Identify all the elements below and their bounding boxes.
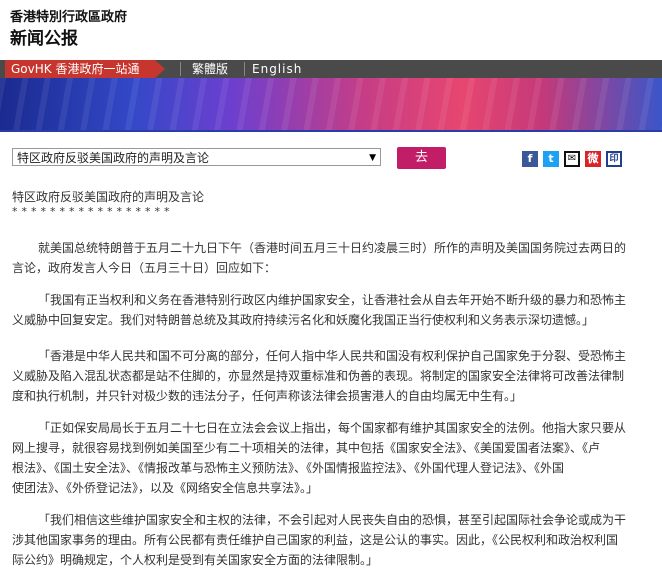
paragraph-line: 网上搜寻，就很容易找到例如美国至少有二十项相关的法律，其中包括《国家安全法》、《…: [12, 441, 601, 455]
article-title: 特区政府反驳美国政府的声明及言论: [12, 190, 205, 204]
page-header: 香港特別行政區政府 新闻公报: [0, 0, 662, 60]
weibo-icon[interactable]: 微: [585, 151, 601, 167]
email-icon[interactable]: ✉: [564, 151, 580, 167]
quote-paragraph: 「香港是中华人民共和国不可分离的部分，任何人指中华人民共和国没有权利保护自己国家…: [12, 346, 656, 406]
paragraph-line: 义威胁中回复安定。我们对特朗普总统及其政府持续污名化和妖魔化我国正当行使权利和义…: [12, 313, 595, 327]
paragraph-line: 际公约》明确规定，个人权利是受到有关国家安全方面的法律限制。」: [12, 553, 379, 567]
top-nav-bar: GovHK 香港政府一站通 繁體版 English: [0, 60, 662, 78]
section-title[interactable]: 新闻公报: [10, 24, 78, 49]
paragraph-line: 「我国有正当权利和义务在香港特别行政区内维护国家安全，让香港社会从自去年开始不断…: [38, 293, 627, 307]
paragraph-line: 使团法》、《外侨登记法》，以及《网络安全信息共享法》。」: [12, 481, 319, 495]
go-button[interactable]: 去: [397, 147, 446, 169]
nav-divider: [244, 62, 245, 76]
article-intro: 就美国总统特朗普于五月二十九日下午（香港时间五月三十日约凌晨三时）所作的声明及美…: [38, 241, 627, 255]
quote-paragraph: 「我们相信这些维护国家安全和主权的法律，不会引起对人民丧失自由的恐惧，甚至引起国…: [12, 510, 656, 570]
article-select-value: 特区政府反驳美国政府的声明及言论: [17, 151, 210, 165]
govhk-link[interactable]: GovHK 香港政府一站通: [5, 60, 165, 78]
paragraph-line: 「正如保安局局长于五月二十七日在立法会会议上指出，每个国家都有维护其国家安全的法…: [38, 421, 627, 435]
paragraph-line: 「我们相信这些维护国家安全和主权的法律，不会引起对人民丧失自由的恐惧，甚至引起国…: [38, 513, 627, 527]
paragraph-line: 度和执行机制，并只针对极少数的违法分子，任何声称该法律会损害港人的自由均属无中生…: [12, 389, 523, 403]
print-icon[interactable]: 印: [606, 151, 622, 167]
quote-paragraph: 「我国有正当权利和义务在香港特别行政区内维护国家安全，让香港社会从自去年开始不断…: [12, 290, 656, 330]
header-banner: [0, 78, 662, 132]
english-link[interactable]: English: [252, 60, 302, 78]
paragraph-line: 义威胁及陷入混乱状态都是站不住脚的，亦显然是持双重标准和伪善的表现。将制定的国家…: [12, 369, 625, 383]
banner-pattern: [0, 78, 662, 132]
paragraph-line: 根法》、《国土安全法》、《情报改革与恐怖主义预防法》、《外国情报监控法》、《外国…: [12, 461, 565, 475]
facebook-icon[interactable]: f: [522, 151, 538, 167]
article-intro: 言论，政府发言人今日（五月三十日）回应如下：: [12, 261, 277, 275]
quote-paragraph: 「正如保安局局长于五月二十七日在立法会会议上指出，每个国家都有维护其国家安全的法…: [12, 418, 656, 498]
traditional-chinese-link[interactable]: 繁體版: [192, 60, 228, 78]
paragraph-line: 「香港是中华人民共和国不可分离的部分，任何人指中华人民共和国没有权利保护自己国家…: [38, 349, 627, 363]
dropdown-arrow-icon: ▼: [369, 153, 376, 163]
nav-divider: [180, 62, 181, 76]
twitter-icon[interactable]: t: [543, 151, 559, 167]
paragraph-line: 涉其他国家事务的理由。所有公民都有责任维护自己国家的利益，这是公认的事实。因此，…: [12, 533, 619, 547]
banner-rule: [0, 130, 662, 132]
title-separator: *****************: [12, 205, 174, 218]
government-name: 香港特別行政區政府: [10, 10, 128, 25]
article-select[interactable]: 特区政府反驳美国政府的声明及言论 ▼: [12, 148, 381, 166]
